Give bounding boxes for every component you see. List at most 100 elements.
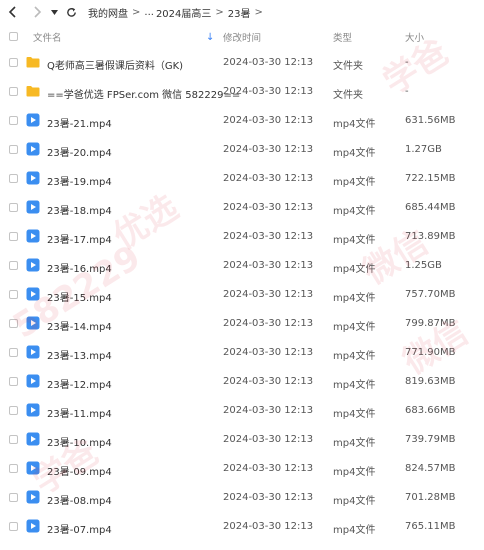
file-date: 2024-03-30 12:13: [223, 202, 314, 213]
file-row[interactable]: 23暑-10.mp4 2024-03-30 12:13 mp4文件 739.79MB: [0, 425, 484, 454]
row-checkbox[interactable]: [9, 522, 18, 531]
file-row[interactable]: 23暑-07.mp4 2024-03-30 12:13 mp4文件 765.11MB: [0, 512, 484, 541]
forward-button[interactable]: [28, 2, 46, 22]
row-checkbox[interactable]: [9, 464, 18, 473]
file-name[interactable]: 23暑-09.mp4: [47, 463, 112, 478]
file-name[interactable]: 23暑-16.mp4: [47, 260, 112, 275]
file-row[interactable]: 23暑-19.mp4 2024-03-30 12:13 mp4文件 722.15MB: [0, 164, 484, 193]
file-size: 819.63MB: [405, 376, 456, 387]
file-size: 722.15MB: [405, 173, 456, 184]
file-size: 771.90MB: [405, 347, 456, 358]
video-file-icon: [26, 171, 40, 185]
breadcrumb-item-year[interactable]: 2024届高三: [156, 5, 211, 20]
video-file-icon: [26, 490, 40, 504]
row-checkbox[interactable]: [9, 493, 18, 502]
file-type: 文件夹: [333, 61, 363, 72]
file-row[interactable]: 23暑-17.mp4 2024-03-30 12:13 mp4文件 713.89MB: [0, 222, 484, 251]
row-checkbox[interactable]: [9, 232, 18, 241]
file-date: 2024-03-30 12:13: [223, 115, 314, 126]
file-row[interactable]: 23暑-12.mp4 2024-03-30 12:13 mp4文件 819.63MB: [0, 367, 484, 396]
refresh-button[interactable]: [62, 2, 80, 22]
file-row[interactable]: 23暑-11.mp4 2024-03-30 12:13 mp4文件 683.66MB: [0, 396, 484, 425]
sort-down-icon[interactable]: ↓: [206, 32, 214, 43]
video-file-icon: [26, 374, 40, 388]
file-name[interactable]: 23暑-15.mp4: [47, 289, 112, 304]
file-type: 文件夹: [333, 90, 363, 101]
row-checkbox[interactable]: [9, 87, 18, 96]
file-name[interactable]: 23暑-08.mp4: [47, 492, 112, 507]
row-checkbox[interactable]: [9, 203, 18, 212]
row-checkbox[interactable]: [9, 261, 18, 270]
file-size: 1.27GB: [405, 144, 442, 155]
folder-icon: [26, 84, 40, 98]
file-list-header: 文件名 ↓ 修改时间 类型 大小: [0, 26, 484, 48]
column-header-type[interactable]: 类型: [333, 30, 352, 44]
video-file-icon: [26, 461, 40, 475]
breadcrumb-ellipsis[interactable]: ...: [144, 7, 154, 18]
column-header-date[interactable]: 修改时间: [223, 30, 261, 44]
toolbar: 我的网盘 > ... 2024届高三 > 23暑 >: [0, 0, 484, 24]
file-type: mp4文件: [333, 206, 376, 217]
history-dropdown-button[interactable]: [48, 2, 60, 22]
file-size: 683.66MB: [405, 405, 456, 416]
row-checkbox[interactable]: [9, 58, 18, 67]
file-name[interactable]: 23暑-13.mp4: [47, 347, 112, 362]
file-date: 2024-03-30 12:13: [223, 57, 314, 68]
row-checkbox[interactable]: [9, 145, 18, 154]
row-checkbox[interactable]: [9, 116, 18, 125]
row-checkbox[interactable]: [9, 174, 18, 183]
breadcrumb-item-root[interactable]: 我的网盘: [88, 5, 128, 20]
file-row[interactable]: 23暑-18.mp4 2024-03-30 12:13 mp4文件 685.44MB: [0, 193, 484, 222]
video-file-icon: [26, 200, 40, 214]
file-name[interactable]: 23暑-17.mp4: [47, 231, 112, 246]
file-name[interactable]: Q老师高三暑假课后资料（GK): [47, 57, 183, 72]
file-date: 2024-03-30 12:13: [223, 376, 314, 387]
file-size: -: [405, 57, 409, 68]
file-name[interactable]: 23暑-14.mp4: [47, 318, 112, 333]
file-row[interactable]: Q老师高三暑假课后资料（GK) 2024-03-30 12:13 文件夹 -: [0, 48, 484, 77]
file-type: mp4文件: [333, 264, 376, 275]
file-type: mp4文件: [333, 235, 376, 246]
row-checkbox[interactable]: [9, 435, 18, 444]
folder-icon: [26, 55, 40, 69]
row-checkbox[interactable]: [9, 319, 18, 328]
row-checkbox[interactable]: [9, 377, 18, 386]
file-row[interactable]: 23暑-13.mp4 2024-03-30 12:13 mp4文件 771.90MB: [0, 338, 484, 367]
file-name[interactable]: 23暑-11.mp4: [47, 405, 112, 420]
file-row[interactable]: 23暑-08.mp4 2024-03-30 12:13 mp4文件 701.28MB: [0, 483, 484, 512]
file-size: 631.56MB: [405, 115, 456, 126]
row-checkbox[interactable]: [9, 290, 18, 299]
select-all-checkbox[interactable]: [9, 32, 18, 41]
file-name[interactable]: 23暑-20.mp4: [47, 144, 112, 159]
file-row[interactable]: 23暑-20.mp4 2024-03-30 12:13 mp4文件 1.27GB: [0, 135, 484, 164]
file-type: mp4文件: [333, 177, 376, 188]
file-row[interactable]: 23暑-21.mp4 2024-03-30 12:13 mp4文件 631.56MB: [0, 106, 484, 135]
file-date: 2024-03-30 12:13: [223, 405, 314, 416]
file-date: 2024-03-30 12:13: [223, 289, 314, 300]
file-row[interactable]: 23暑-09.mp4 2024-03-30 12:13 mp4文件 824.57MB: [0, 454, 484, 483]
file-type: mp4文件: [333, 438, 376, 449]
file-name[interactable]: 23暑-10.mp4: [47, 434, 112, 449]
file-type: mp4文件: [333, 380, 376, 391]
breadcrumb-item-current[interactable]: 23暑: [228, 5, 251, 20]
back-button[interactable]: [4, 2, 22, 22]
file-name[interactable]: 23暑-07.mp4: [47, 521, 112, 536]
column-header-size[interactable]: 大小: [405, 30, 424, 44]
file-name[interactable]: ==学爸优选 FPSer.com 微信 582229==: [47, 86, 240, 101]
breadcrumb-separator-icon: >: [215, 6, 224, 18]
file-name[interactable]: 23暑-12.mp4: [47, 376, 112, 391]
file-size: 685.44MB: [405, 202, 456, 213]
file-row[interactable]: 23暑-15.mp4 2024-03-30 12:13 mp4文件 757.70MB: [0, 280, 484, 309]
file-row[interactable]: ==学爸优选 FPSer.com 微信 582229== 2024-03-30 1…: [0, 77, 484, 106]
file-size: 713.89MB: [405, 231, 456, 242]
file-row[interactable]: 23暑-14.mp4 2024-03-30 12:13 mp4文件 799.87MB: [0, 309, 484, 338]
file-name[interactable]: 23暑-19.mp4: [47, 173, 112, 188]
column-header-name[interactable]: 文件名: [33, 30, 62, 44]
file-name[interactable]: 23暑-18.mp4: [47, 202, 112, 217]
file-row[interactable]: 23暑-16.mp4 2024-03-30 12:13 mp4文件 1.25GB: [0, 251, 484, 280]
row-checkbox[interactable]: [9, 348, 18, 357]
video-file-icon: [26, 519, 40, 533]
video-file-icon: [26, 287, 40, 301]
row-checkbox[interactable]: [9, 406, 18, 415]
file-name[interactable]: 23暑-21.mp4: [47, 115, 112, 130]
